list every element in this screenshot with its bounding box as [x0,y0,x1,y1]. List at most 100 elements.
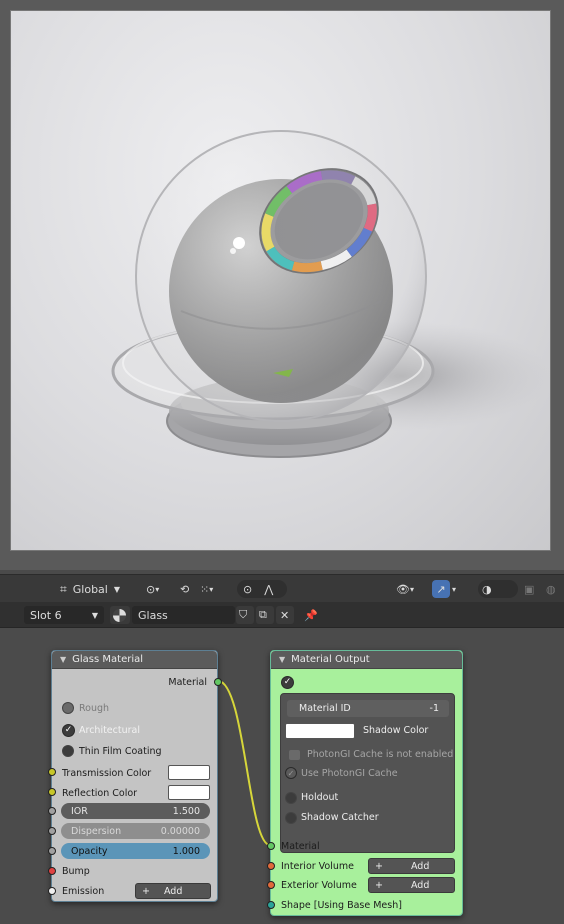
visibility-dropdown[interactable]: 👁 ▾ [396,580,426,598]
thin-film-label: Thin Film Coating [79,745,162,757]
fake-user-button[interactable]: ⛉ [236,606,254,624]
material-output-node[interactable]: ▼ Material Output ✓ Material ID -1 Shado… [267,650,463,916]
transmission-color-label: Transmission Color [62,767,152,779]
material-name-field[interactable]: Glass [132,606,235,624]
render-image [10,10,551,551]
transmission-color-swatch[interactable] [168,765,210,780]
gizmo-dropdown[interactable]: ▾ [452,580,468,598]
node-editor[interactable]: ▼ Glass Material Material Rough ✓ Archit… [0,628,564,924]
chevron-down-icon: ▾ [452,584,457,594]
chevron-down-icon: ▾ [155,584,160,594]
ior-label: IOR [71,805,88,817]
glass-node-header[interactable]: ▼ Glass Material [52,651,217,669]
interior-volume-label: Interior Volume [281,860,355,872]
snap-target-button[interactable]: ⁙ ▾ [200,580,230,598]
falloff-icon: ⋀ [264,582,274,596]
shading-solid-button[interactable]: ◍ [546,580,562,598]
chevron-down-icon: ▾ [209,584,214,594]
reflection-color-label: Reflection Color [62,787,138,799]
close-icon: ✕ [280,608,290,622]
xray-icon: ▣ [524,582,535,596]
use-photongi-checkbox[interactable]: ✓ [285,767,297,779]
slot-dropdown[interactable]: Slot 6 ▼ [24,606,104,624]
orientation-icon: ⌗ [60,581,67,596]
rough-row[interactable]: Rough [52,699,217,717]
plus-icon: + [375,860,383,872]
ior-socket[interactable] [48,807,56,815]
snap-toggle-button[interactable]: ⟲ [180,580,198,598]
thin-film-row[interactable]: Thin Film Coating [52,742,217,760]
material-browse-button[interactable] [110,606,130,624]
pin-button[interactable]: 📌 [300,606,320,624]
output-enabled-checkbox[interactable]: ✓ [281,675,294,689]
glass-material-node[interactable]: ▼ Glass Material Material Rough ✓ Archit… [48,650,222,902]
thin-film-radio[interactable] [62,745,74,757]
shadow-color-swatch[interactable] [285,723,355,739]
reflection-color-swatch[interactable] [168,785,210,800]
output-material-label: Material [168,676,207,688]
duplicate-material-button[interactable]: ⧉ [256,606,274,624]
copy-icon: ⧉ [259,608,267,621]
pivot-icon: ⊙ [146,582,156,596]
grid-icon: ⁙ [200,582,210,596]
architectural-row[interactable]: ✓ Architectural [52,721,217,739]
dispersion-socket[interactable] [48,827,56,835]
emission-add-button[interactable]: + Add [135,883,211,899]
viewport-header: ⌗ Global ▼ ⊙ ▾ ⟲ ⁙ ▾ ⊙ ⋀ 👁 ▾ ↗ ▾ ◑ ▣ ◍ [0,574,564,602]
bump-row: Bump [52,862,217,880]
collapse-chevron-icon[interactable]: ▼ [60,655,66,664]
architectural-checkbox[interactable]: ✓ [62,723,75,737]
ior-value: 1.500 [172,805,200,817]
glass-node-title: Glass Material [72,654,144,665]
dispersion-label: Dispersion [71,825,122,837]
material-input-row: Material [271,837,462,855]
transform-orientation-dropdown[interactable]: ⌗ Global ▼ [60,580,144,598]
ior-slider[interactable]: IOR 1.500 [61,803,210,819]
orientation-label: Global [72,582,108,596]
output-material-socket[interactable] [214,678,222,686]
rough-radio[interactable] [62,702,74,714]
render-viewport[interactable] [0,0,564,570]
slot-label: Slot 6 [30,608,62,622]
material-name: Glass [138,608,168,622]
material-id-field[interactable]: Material ID -1 [287,700,449,717]
output-options-row: ✓ [271,673,462,691]
xray-button[interactable]: ▣ [524,580,540,598]
emission-add-label: Add [163,885,183,897]
bump-label: Bump [62,865,90,877]
holdout-checkbox[interactable] [285,792,297,804]
proportional-edit-icon: ⊙ [243,582,253,596]
holdout-label: Holdout [301,792,339,803]
unlink-material-button[interactable]: ✕ [276,606,294,624]
material-id-label: Material ID [299,703,351,714]
eye-icon: 👁 [396,582,410,596]
opacity-socket[interactable] [48,847,56,855]
shape-row: Shape [Using Base Mesh] [271,896,462,914]
overlay-toggle-group[interactable]: ◑ [478,580,518,598]
exterior-volume-add-button[interactable]: + Add [368,877,455,893]
interior-volume-add-button[interactable]: + Add [368,858,455,874]
shadow-catcher-checkbox[interactable] [285,812,297,824]
pivot-point-button[interactable]: ⊙ ▾ [146,580,174,598]
material-header: Slot 6 ▼ Glass ⛉ ⧉ ✕ 📌 [0,602,564,628]
material-input-label: Material [281,840,320,852]
magnet-icon: ⟲ [180,582,190,596]
opacity-slider[interactable]: Opacity 1.000 [61,843,210,859]
exterior-add-label: Add [410,879,430,891]
output-node-header[interactable]: ▼ Material Output [271,651,462,669]
chevron-down-icon: ▾ [409,584,414,594]
material-preview-render [111,130,550,458]
plus-icon: + [142,885,150,897]
plus-icon: + [375,879,383,891]
collapse-chevron-icon[interactable]: ▼ [279,655,285,664]
shadow-catcher-label: Shadow Catcher [301,812,379,823]
gizmo-toggle-button[interactable]: ↗ [432,580,450,598]
dispersion-slider[interactable]: Dispersion 0.00000 [61,823,210,839]
architectural-label: Architectural [79,724,140,736]
proportional-edit-group[interactable]: ⊙ ⋀ [237,580,287,598]
chevron-down-icon: ▼ [91,610,98,620]
output-node-title: Material Output [291,654,370,665]
material-link [217,680,271,846]
shield-icon: ⛉ [239,608,248,621]
opacity-label: Opacity [71,845,108,857]
